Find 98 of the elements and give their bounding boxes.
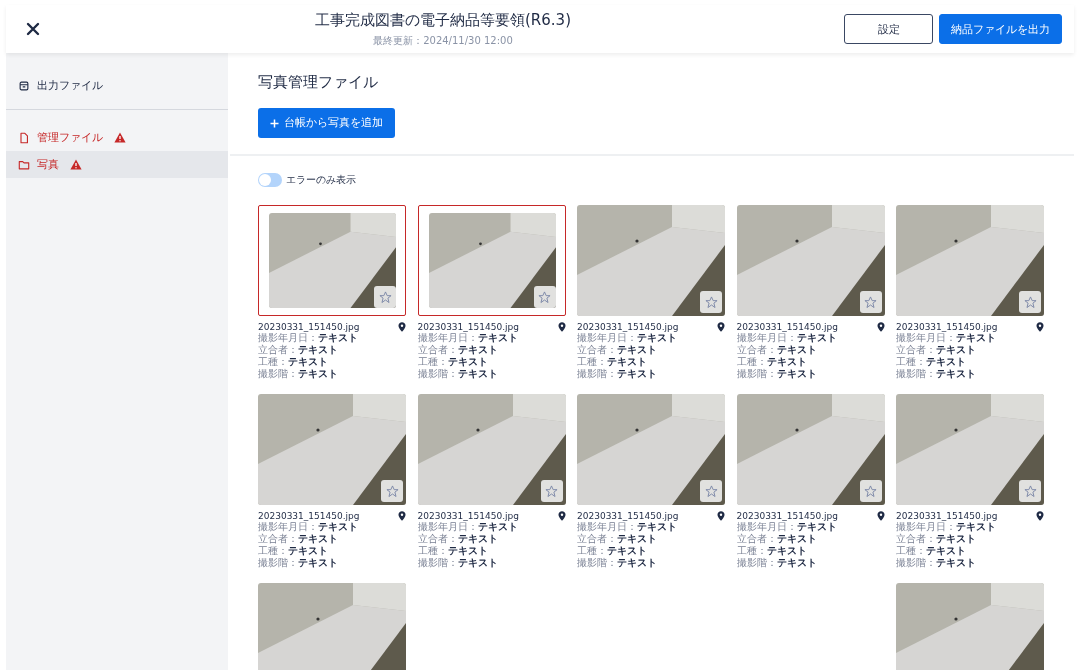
star-icon <box>385 484 399 498</box>
photo-detail: 撮影階：テキスト <box>577 557 658 569</box>
star-button[interactable] <box>381 480 403 502</box>
map-pin-icon[interactable] <box>717 322 725 332</box>
photo-detail: 撮影年月日：テキスト <box>736 521 838 533</box>
star-icon <box>704 295 718 309</box>
photo-detail: 撮影年月日：テキスト <box>736 332 838 344</box>
star-button[interactable] <box>859 480 882 502</box>
photo-detail: 撮影階：テキスト <box>896 368 977 380</box>
photo-detail: 工種：テキスト <box>736 356 808 368</box>
photo-detail: 撮影年月日：テキスト <box>896 332 996 344</box>
sidebar-item[interactable]: 出力ファイル <box>6 72 228 99</box>
photo-detail: 工種：テキスト <box>417 545 489 557</box>
map-pin-icon[interactable] <box>398 322 406 332</box>
folder-icon <box>18 158 30 171</box>
settings-button[interactable]: 設定 <box>844 14 933 44</box>
photo-detail: 立合者：テキスト <box>577 533 658 545</box>
photo-detail: 撮影階：テキスト <box>736 557 818 569</box>
export-button[interactable]: 納品ファイルを出力 <box>939 14 1062 44</box>
photo-detail: 立合者：テキスト <box>736 533 818 545</box>
photo-detail: 撮影階：テキスト <box>577 368 658 380</box>
photo-detail: 撮影階：テキスト <box>896 557 977 569</box>
star-icon <box>704 484 718 498</box>
star-button[interactable] <box>533 286 556 308</box>
file-icon <box>18 131 30 144</box>
map-pin-icon[interactable] <box>876 322 885 332</box>
file-name: 20230331_151450.jpg <box>417 511 519 521</box>
photo-detail: 工種：テキスト <box>417 356 489 368</box>
photo-detail: 撮影年月日：テキスト <box>577 521 677 533</box>
map-pin-icon[interactable] <box>398 511 406 521</box>
star-button[interactable] <box>374 286 396 308</box>
file-name: 20230331_151450.jpg <box>577 322 679 332</box>
photo-detail: 工種：テキスト <box>736 545 808 557</box>
close-icon[interactable] <box>24 20 42 38</box>
sidebar-item[interactable]: 写真 <box>6 151 228 178</box>
photo-detail: 工種：テキスト <box>577 356 648 368</box>
warning-icon <box>114 132 126 143</box>
photo-detail: 撮影階：テキスト <box>417 368 499 380</box>
toggle-switch[interactable] <box>258 173 282 187</box>
photo-detail: 撮影年月日：テキスト <box>258 521 358 533</box>
photo-detail: 工種：テキスト <box>896 356 967 368</box>
plus-icon <box>270 118 279 128</box>
star-icon <box>1023 484 1037 498</box>
file-name: 20230331_151450.jpg <box>736 511 838 521</box>
photo-detail: 撮影階：テキスト <box>417 557 499 569</box>
map-pin-icon[interactable] <box>557 322 566 332</box>
document-title: 工事完成図書の電子納品等要領(R6.3) <box>315 10 571 30</box>
photo-detail: 撮影階：テキスト <box>258 368 339 380</box>
star-icon <box>378 290 392 304</box>
last-updated-text: 最終更新：2024/11/30 12:00 <box>373 33 513 48</box>
map-pin-icon[interactable] <box>1036 511 1044 521</box>
file-name: 20230331_151450.jpg <box>258 511 360 521</box>
file-name: 20230331_151450.jpg <box>417 322 519 332</box>
photo-detail: 工種：テキスト <box>896 545 967 557</box>
warning-icon <box>70 159 82 170</box>
archive-icon <box>18 79 30 92</box>
file-name: 20230331_151450.jpg <box>896 511 998 521</box>
file-name: 20230331_151450.jpg <box>258 322 360 332</box>
photo-detail: 立合者：テキスト <box>417 533 499 545</box>
photo-detail: 撮影年月日：テキスト <box>258 332 358 344</box>
star-icon <box>1023 295 1037 309</box>
photo-detail: 立合者：テキスト <box>896 344 977 356</box>
star-button[interactable] <box>700 291 722 313</box>
photo-detail: 工種：テキスト <box>258 356 329 368</box>
photo-detail: 立合者：テキスト <box>258 344 339 356</box>
map-pin-icon[interactable] <box>1036 322 1044 332</box>
photo-detail: 立合者：テキスト <box>736 344 818 356</box>
star-button[interactable] <box>859 291 882 313</box>
file-name: 20230331_151450.jpg <box>896 322 998 332</box>
file-name: 20230331_151450.jpg <box>577 511 679 521</box>
star-icon <box>864 295 877 309</box>
photo-detail: 撮影階：テキスト <box>736 368 818 380</box>
photo-detail: 立合者：テキスト <box>577 344 658 356</box>
photo-detail: 立合者：テキスト <box>417 344 499 356</box>
star-icon <box>864 484 877 498</box>
photo-detail: 工種：テキスト <box>258 545 329 557</box>
star-button[interactable] <box>1019 291 1041 313</box>
star-icon <box>545 484 558 498</box>
photo-detail: 撮影年月日：テキスト <box>417 521 519 533</box>
star-button[interactable] <box>700 480 722 502</box>
map-pin-icon[interactable] <box>717 511 725 521</box>
map-pin-icon[interactable] <box>557 511 566 521</box>
star-button[interactable] <box>540 480 563 502</box>
add-photo-button[interactable]: 台帳から写真を追加 <box>258 108 395 138</box>
map-pin-icon[interactable] <box>876 511 885 521</box>
photo-detail: 撮影階：テキスト <box>258 557 339 569</box>
photo-detail: 立合者：テキスト <box>896 533 977 545</box>
star-button[interactable] <box>1019 480 1041 502</box>
file-name: 20230331_151450.jpg <box>736 322 838 332</box>
photo-detail: 撮影年月日：テキスト <box>896 521 996 533</box>
photo-detail: 工種：テキスト <box>577 545 648 557</box>
photo-detail: 撮影年月日：テキスト <box>577 332 677 344</box>
section-title: 写真管理ファイル <box>258 73 379 92</box>
sidebar-item[interactable]: 管理ファイル <box>6 124 228 151</box>
star-icon <box>538 290 551 304</box>
toggle-label: エラーのみ表示 <box>286 173 356 187</box>
photo-detail: 撮影年月日：テキスト <box>417 332 519 344</box>
photo-detail: 立合者：テキスト <box>258 533 339 545</box>
